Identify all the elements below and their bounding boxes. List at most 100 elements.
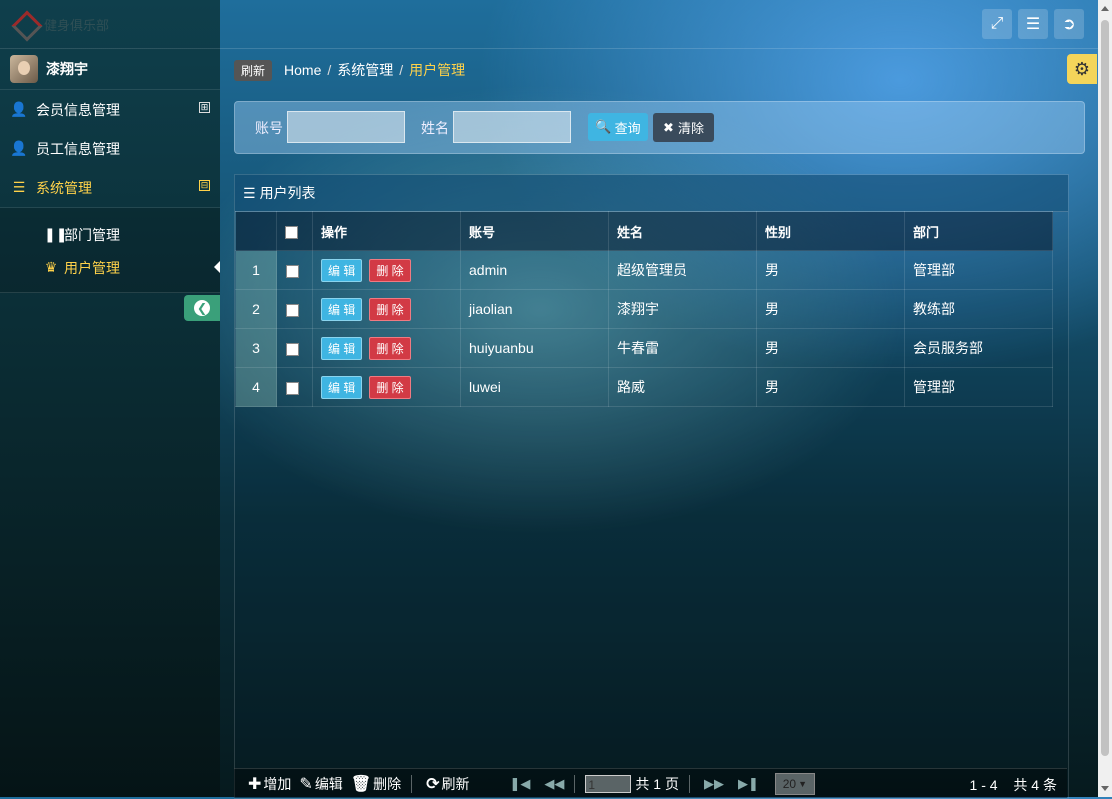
- breadcrumb-home[interactable]: Home: [284, 62, 321, 78]
- name-input[interactable]: [453, 111, 571, 143]
- table-header-row: 操作 账号 姓名 性别 部门: [235, 211, 1053, 251]
- plus-icon: ✚: [248, 775, 262, 793]
- column-header-gender[interactable]: 性别: [756, 211, 905, 251]
- row-checkbox[interactable]: [286, 342, 299, 356]
- row-number: 3: [235, 328, 277, 368]
- row-delete-button[interactable]: 删 除: [369, 336, 411, 360]
- table-row[interactable]: 4编 辑删 除 luwei 路威男管理部: [235, 367, 1053, 407]
- delete-button[interactable]: 🗑 删除: [351, 774, 401, 794]
- sidebar-item-system[interactable]: ☰ 系统管理 ⊟: [0, 168, 220, 208]
- row-checkbox[interactable]: [286, 303, 299, 317]
- table-row[interactable]: 3编 辑删 除 huiyuanbu 牛春雷男会员服务部: [235, 328, 1053, 368]
- cell-gender: 男: [756, 250, 905, 290]
- select-all-checkbox[interactable]: [285, 225, 298, 239]
- expand-icon[interactable]: ⊞: [199, 102, 210, 113]
- prev-page-icon[interactable]: ◀◀: [544, 776, 564, 792]
- first-page-icon[interactable]: ❚◀: [510, 776, 531, 792]
- column-header-actions: 操作: [312, 211, 461, 251]
- cell-department: 教练部: [904, 289, 1053, 329]
- row-edit-button[interactable]: 编 辑: [321, 297, 363, 321]
- row-actions: 编 辑删 除: [312, 250, 461, 290]
- select-all-cell: [276, 211, 313, 251]
- user-icon: 👤: [10, 140, 28, 156]
- menu-icon: ☰: [1025, 16, 1041, 33]
- clear-button[interactable]: ✖ 清除: [653, 113, 714, 142]
- logout-button[interactable]: ➲: [1054, 9, 1084, 39]
- collapse-icon[interactable]: ⊟: [199, 180, 210, 191]
- settings-button[interactable]: ⚙: [1067, 54, 1097, 84]
- scrollbar-thumb[interactable]: [1101, 20, 1109, 756]
- panel-title: 用户列表: [259, 185, 316, 201]
- last-page-icon[interactable]: ▶❚: [738, 776, 759, 792]
- divider: [574, 774, 576, 793]
- cell-account: jiaolian: [460, 289, 609, 329]
- query-button[interactable]: 🔍 查询: [588, 113, 648, 141]
- row-edit-button[interactable]: 编 辑: [321, 258, 363, 282]
- row-number: 4: [235, 367, 277, 407]
- user-profile: 漆翔宇: [0, 49, 220, 90]
- user-icon: 👤: [10, 101, 28, 117]
- refresh-button[interactable]: ⟳ 刷新: [426, 774, 469, 794]
- sidebar-collapse-button[interactable]: ❮: [184, 295, 220, 321]
- cell-gender: 男: [756, 367, 905, 407]
- sidebar-item-user[interactable]: ♛ 用户管理: [0, 251, 220, 284]
- edit-button[interactable]: ✎ 编辑: [299, 774, 342, 794]
- cell-name: 漆翔宇: [608, 289, 757, 329]
- trash-icon: 🗑: [350, 775, 372, 793]
- close-icon: ✖: [663, 119, 674, 135]
- row-edit-button[interactable]: 编 辑: [321, 336, 363, 360]
- user-table: 操作 账号 姓名 性别 部门 1编 辑删 除 admin 超级管理员男管理部 2 编 辑…: [235, 211, 1053, 407]
- row-checkbox[interactable]: [286, 381, 299, 395]
- page-size-value: 20: [782, 776, 797, 791]
- column-header-name[interactable]: 姓名: [608, 211, 757, 251]
- column-header-account[interactable]: 账号: [460, 211, 609, 251]
- search-icon: 🔍: [595, 119, 612, 134]
- cell-account: luwei: [460, 367, 609, 407]
- row-select-cell: [276, 367, 313, 407]
- table-row[interactable]: 1编 辑删 除 admin 超级管理员男管理部: [235, 250, 1053, 290]
- page-size-select[interactable]: 20 ▼: [774, 772, 815, 795]
- cell-name: 路威: [608, 367, 757, 407]
- row-number: 2: [235, 289, 277, 329]
- menu-button[interactable]: ☰: [1018, 9, 1048, 39]
- row-checkbox[interactable]: [286, 264, 299, 278]
- row-delete-button[interactable]: 删 除: [369, 375, 411, 399]
- row-delete-button[interactable]: 删 除: [369, 297, 411, 321]
- page-scrollbar[interactable]: [1098, 0, 1112, 797]
- row-select-cell: [276, 328, 313, 368]
- search-panel: 账号 姓名 🔍 查询 ✖ 清除: [234, 101, 1085, 154]
- sidebar-item-label: 会员信息管理: [36, 101, 120, 118]
- cell-department: 管理部: [904, 250, 1053, 290]
- cell-gender: 男: [756, 328, 905, 368]
- edit-icon: ✎: [299, 775, 313, 793]
- page-number-input[interactable]: 1: [585, 774, 632, 793]
- fullscreen-button[interactable]: ⤢: [982, 9, 1012, 39]
- table-row[interactable]: 2编 辑删 除 jiaolian 漆翔宇男教练部: [235, 289, 1053, 329]
- sidebar-item-label: 部门管理: [64, 226, 120, 243]
- add-label: 增加: [263, 775, 292, 792]
- column-header-department[interactable]: 部门: [904, 211, 1053, 251]
- refresh-icon: ⟳: [426, 775, 440, 793]
- sidebar-item-member[interactable]: 👤 会员信息管理 ⊞: [0, 90, 220, 129]
- breadcrumb-parent[interactable]: 系统管理: [337, 60, 393, 80]
- cell-name: 超级管理员: [608, 250, 757, 290]
- row-actions: 编 辑删 除: [312, 328, 461, 368]
- account-input[interactable]: [287, 111, 405, 143]
- sidebar-item-department[interactable]: ❚❚ 部门管理: [0, 218, 220, 251]
- scroll-up-icon[interactable]: [1101, 6, 1109, 11]
- next-page-icon[interactable]: ▶▶: [704, 776, 724, 792]
- add-button[interactable]: ✚ 增加: [248, 774, 291, 794]
- logo-text: 健身俱乐部: [44, 17, 110, 33]
- delete-label: 删除: [373, 775, 402, 792]
- pager: ✚ 增加 ✎ 编辑 🗑 删除 ⟳ 刷新 ❚◀ ◀◀ 1 共 1 页 ▶▶ ▶❚ 20 ▼ …: [234, 768, 1067, 798]
- row-delete-button[interactable]: 删 除: [369, 258, 411, 282]
- sidebar-item-staff[interactable]: 👤 员工信息管理: [0, 129, 220, 168]
- breadcrumb: 刷新 Home / 系统管理 / 用户管理: [234, 59, 465, 81]
- scroll-down-icon[interactable]: [1101, 786, 1109, 791]
- row-edit-button[interactable]: 编 辑: [321, 375, 363, 399]
- logout-icon: ➲: [1062, 16, 1076, 33]
- panel-header: ☰ 用户列表: [235, 175, 1068, 212]
- cell-name: 牛春雷: [608, 328, 757, 368]
- divider: [411, 774, 413, 793]
- refresh-tab-button[interactable]: 刷新: [234, 59, 273, 81]
